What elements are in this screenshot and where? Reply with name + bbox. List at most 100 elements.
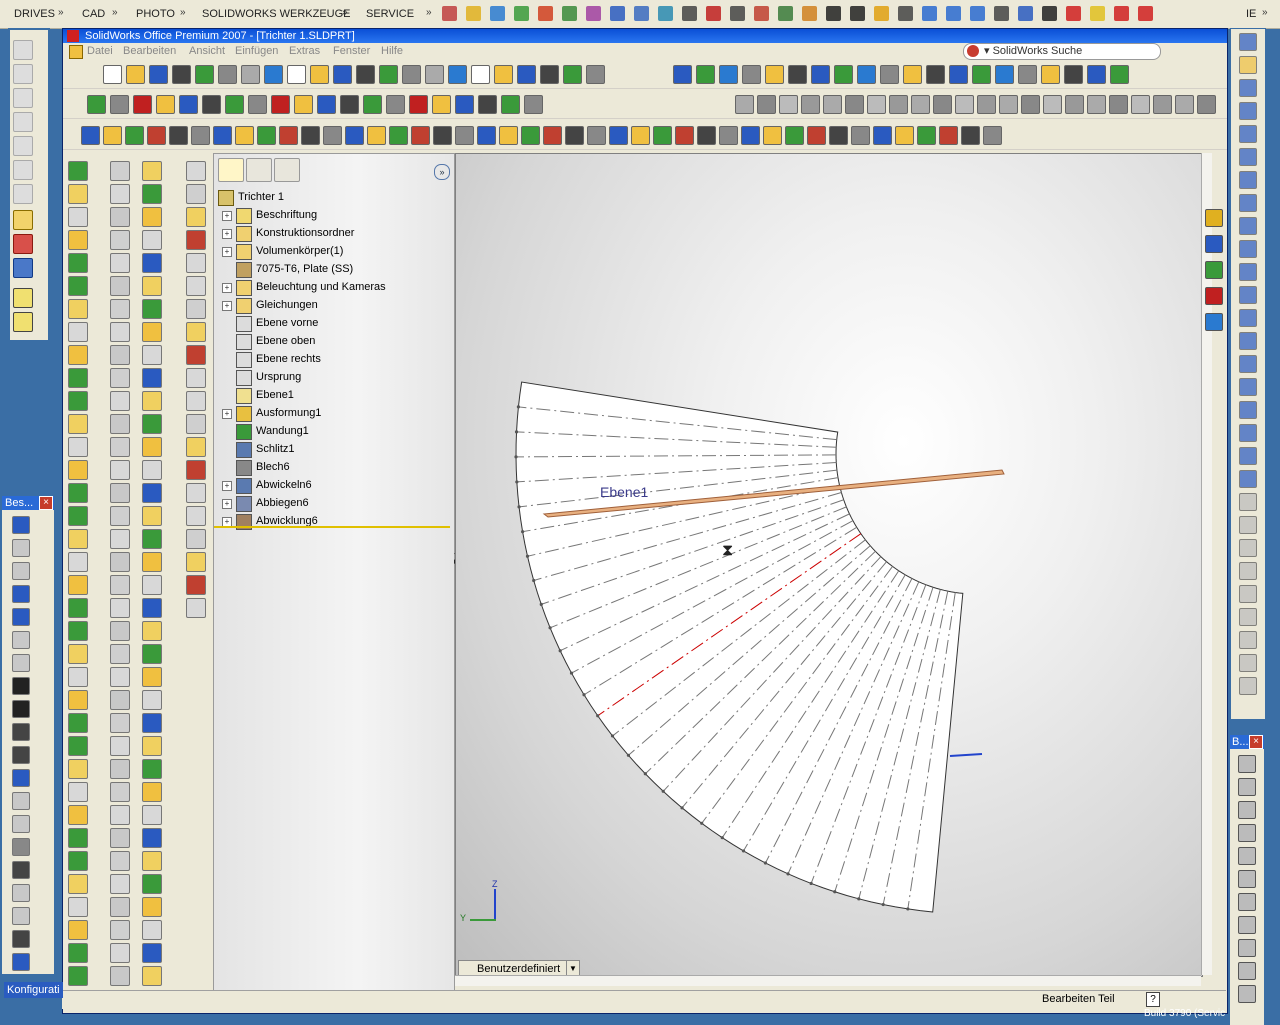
toolbar-button-icon[interactable] xyxy=(142,437,162,457)
toolbar-button-icon[interactable] xyxy=(1131,95,1150,114)
toolbar-button-icon[interactable] xyxy=(68,667,88,687)
toolbar-button-icon[interactable] xyxy=(287,65,306,84)
toolbar-button-icon[interactable] xyxy=(432,95,451,114)
toolbar-button-icon[interactable] xyxy=(110,943,130,963)
menu-extras[interactable]: Extras xyxy=(289,43,320,60)
toolbar-button-icon[interactable] xyxy=(186,184,206,204)
launcher-icon[interactable] xyxy=(802,6,817,21)
launcher-icon[interactable] xyxy=(778,6,793,21)
toolbar-button-icon[interactable] xyxy=(68,414,88,434)
toolbar-button-icon[interactable] xyxy=(363,95,382,114)
toolbar-button-icon[interactable] xyxy=(186,230,206,250)
toolbar-button-icon[interactable] xyxy=(501,95,520,114)
launcher-icon[interactable] xyxy=(442,6,457,21)
toolbar-button-icon[interactable] xyxy=(1087,65,1106,84)
toolbar-button-icon[interactable] xyxy=(294,95,313,114)
launcher-icon[interactable] xyxy=(994,6,1009,21)
toolbar-button-icon[interactable] xyxy=(587,126,606,145)
sketch-tool-icon[interactable] xyxy=(1239,263,1257,281)
toolbar-button-icon[interactable] xyxy=(955,95,974,114)
toolbar-button-icon[interactable] xyxy=(271,95,290,114)
toolbar-button-icon[interactable] xyxy=(186,161,206,181)
tab-configuration-manager[interactable] xyxy=(274,158,300,182)
close-icon[interactable]: × xyxy=(1249,735,1263,749)
toolbar-button-icon[interactable] xyxy=(110,690,130,710)
annotation-tool-icon[interactable] xyxy=(12,838,30,856)
toolbar-button-icon[interactable] xyxy=(317,95,336,114)
toolbar-button-icon[interactable] xyxy=(995,65,1014,84)
toolbar-button-icon[interactable] xyxy=(110,966,130,986)
toolbar-button-icon[interactable] xyxy=(186,322,206,342)
toolbar-button-icon[interactable] xyxy=(202,95,221,114)
annotation-tool-icon[interactable] xyxy=(12,539,30,557)
chevron-right-icon[interactable]: » xyxy=(426,4,436,22)
launcher-icon[interactable] xyxy=(970,6,985,21)
sketch-tool-icon[interactable] xyxy=(1239,286,1257,304)
toolbar-button-icon[interactable] xyxy=(241,65,260,84)
expand-icon[interactable]: + xyxy=(222,301,232,311)
toolbar-button-icon[interactable] xyxy=(999,95,1018,114)
annotation-tool-icon[interactable] xyxy=(12,677,30,695)
document-icon[interactable] xyxy=(69,45,83,59)
toolbar-button-icon[interactable] xyxy=(142,690,162,710)
toolbar-button-icon[interactable] xyxy=(949,65,968,84)
toolbar-button-icon[interactable] xyxy=(1087,95,1106,114)
quick-launch-drives[interactable]: DRIVES xyxy=(0,5,55,23)
toolbar-button-icon[interactable] xyxy=(142,414,162,434)
sketch-tool-icon[interactable] xyxy=(1239,148,1257,166)
toolbar-button-icon[interactable] xyxy=(857,65,876,84)
toolbar-button-icon[interactable] xyxy=(785,126,804,145)
toolbar-button-icon[interactable] xyxy=(110,207,130,227)
toolbar-button-icon[interactable] xyxy=(68,851,88,871)
toolbar-button-icon[interactable] xyxy=(110,782,130,802)
toolbar-button-icon[interactable] xyxy=(1064,65,1083,84)
toolbar-button-icon[interactable] xyxy=(939,126,958,145)
launcher-icon[interactable] xyxy=(1018,6,1033,21)
toolbar-button-icon[interactable] xyxy=(142,575,162,595)
expand-icon[interactable]: + xyxy=(222,229,232,239)
dimension-tool-icon[interactable] xyxy=(1238,755,1256,773)
dimension-tool-icon[interactable] xyxy=(1238,847,1256,865)
toolbar-button-icon[interactable] xyxy=(169,126,188,145)
toolbar-button-icon[interactable] xyxy=(149,65,168,84)
tab-property-manager[interactable] xyxy=(246,158,272,182)
task-pane-tab-icon[interactable] xyxy=(1205,261,1223,279)
expand-icon[interactable]: + xyxy=(222,283,232,293)
sketch-tool-icon[interactable] xyxy=(1239,447,1257,465)
toolbar-button-icon[interactable] xyxy=(110,874,130,894)
toolbar-button-icon[interactable] xyxy=(110,95,129,114)
edit-sketch-icon[interactable] xyxy=(13,210,33,230)
annotation-tool-icon[interactable] xyxy=(12,792,30,810)
launcher-icon[interactable] xyxy=(1114,6,1129,21)
toolbar-button-icon[interactable] xyxy=(68,943,88,963)
toolbar-button-icon[interactable] xyxy=(1041,65,1060,84)
toolbar-button-icon[interactable] xyxy=(68,759,88,779)
launcher-icon[interactable] xyxy=(874,6,889,21)
launcher-icon[interactable] xyxy=(610,6,625,21)
toolbar-button-icon[interactable] xyxy=(248,95,267,114)
tab-feature-tree[interactable] xyxy=(218,158,244,182)
toolbar-button-icon[interactable] xyxy=(110,667,130,687)
toolbar-button-icon[interactable] xyxy=(788,65,807,84)
toolbar-button-icon[interactable] xyxy=(735,95,754,114)
toolbar-button-icon[interactable] xyxy=(68,690,88,710)
sketch-tool-icon[interactable] xyxy=(1239,217,1257,235)
toolbar-button-icon[interactable] xyxy=(1175,95,1194,114)
task-pane-tab-icon[interactable] xyxy=(1205,287,1223,305)
annotation-tool-icon[interactable] xyxy=(12,608,30,626)
dimension-tool-icon[interactable] xyxy=(1238,893,1256,911)
toolbar-button-icon[interactable] xyxy=(333,65,352,84)
toolbar-button-icon[interactable] xyxy=(345,126,364,145)
toolbar-button-icon[interactable] xyxy=(433,126,452,145)
toolbar-button-icon[interactable] xyxy=(719,65,738,84)
toolbar-button-icon[interactable] xyxy=(961,126,980,145)
toolbar-button-icon[interactable] xyxy=(103,126,122,145)
toolbar-button-icon[interactable] xyxy=(142,161,162,181)
sketch-tool-icon[interactable] xyxy=(1239,424,1257,442)
launcher-icon[interactable] xyxy=(826,6,841,21)
chevron-double-right-icon[interactable]: » xyxy=(434,164,450,180)
toolbar-button-icon[interactable] xyxy=(977,95,996,114)
toolbar-button-icon[interactable] xyxy=(186,299,206,319)
toolbar-button-icon[interactable] xyxy=(142,667,162,687)
toolbar-button-icon[interactable] xyxy=(68,529,88,549)
